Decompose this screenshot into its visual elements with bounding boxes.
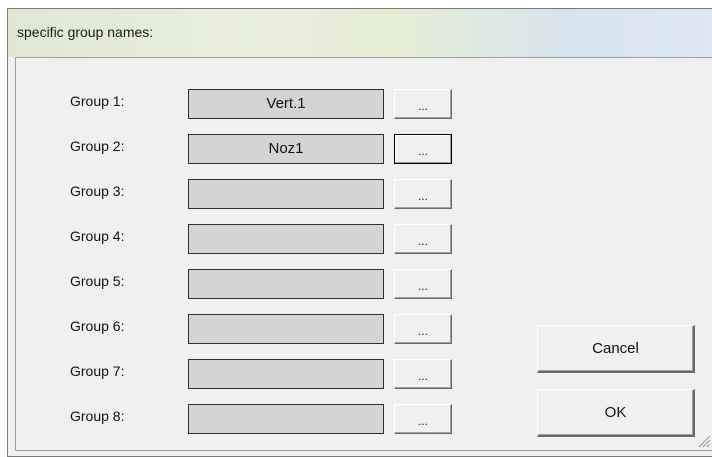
group-3-browse-button[interactable]: ... (394, 179, 452, 209)
group-1-label: Group 1: (70, 93, 125, 109)
group-8-field[interactable] (188, 404, 384, 434)
group-2-field[interactable]: Noz1 (188, 134, 384, 164)
group-5-field[interactable] (188, 269, 384, 299)
window-title: specific group names: (17, 24, 154, 40)
group-7-label: Group 7: (70, 363, 125, 379)
resize-grip-icon[interactable] (697, 434, 711, 448)
group-5-label: Group 5: (70, 273, 125, 289)
group-1-field[interactable]: Vert.1 (188, 89, 384, 119)
dialog-window: specific group names: Group 1: Vert.1 ..… (7, 8, 712, 457)
group-7-field[interactable] (188, 359, 384, 389)
group-4-browse-button[interactable]: ... (394, 224, 452, 254)
group-6-field[interactable] (188, 314, 384, 344)
title-bar[interactable]: specific group names: (8, 9, 712, 57)
dialog-client-area: Group 1: Vert.1 ... Group 2: Noz1 ... Gr… (15, 57, 712, 451)
group-8-browse-button[interactable]: ... (394, 404, 452, 434)
group-6-browse-button[interactable]: ... (394, 314, 452, 344)
group-3-label: Group 3: (70, 183, 125, 199)
group-1-browse-button[interactable]: ... (394, 89, 452, 119)
group-6-label: Group 6: (70, 318, 125, 334)
group-8-label: Group 8: (70, 408, 125, 424)
group-4-field[interactable] (188, 224, 384, 254)
group-7-browse-button[interactable]: ... (394, 359, 452, 389)
group-5-browse-button[interactable]: ... (394, 269, 452, 299)
group-3-field[interactable] (188, 179, 384, 209)
group-2-label: Group 2: (70, 138, 125, 154)
ok-button[interactable]: OK (537, 389, 695, 437)
cancel-button[interactable]: Cancel (537, 325, 695, 373)
group-4-label: Group 4: (70, 228, 125, 244)
group-2-browse-button[interactable]: ... (394, 134, 452, 164)
